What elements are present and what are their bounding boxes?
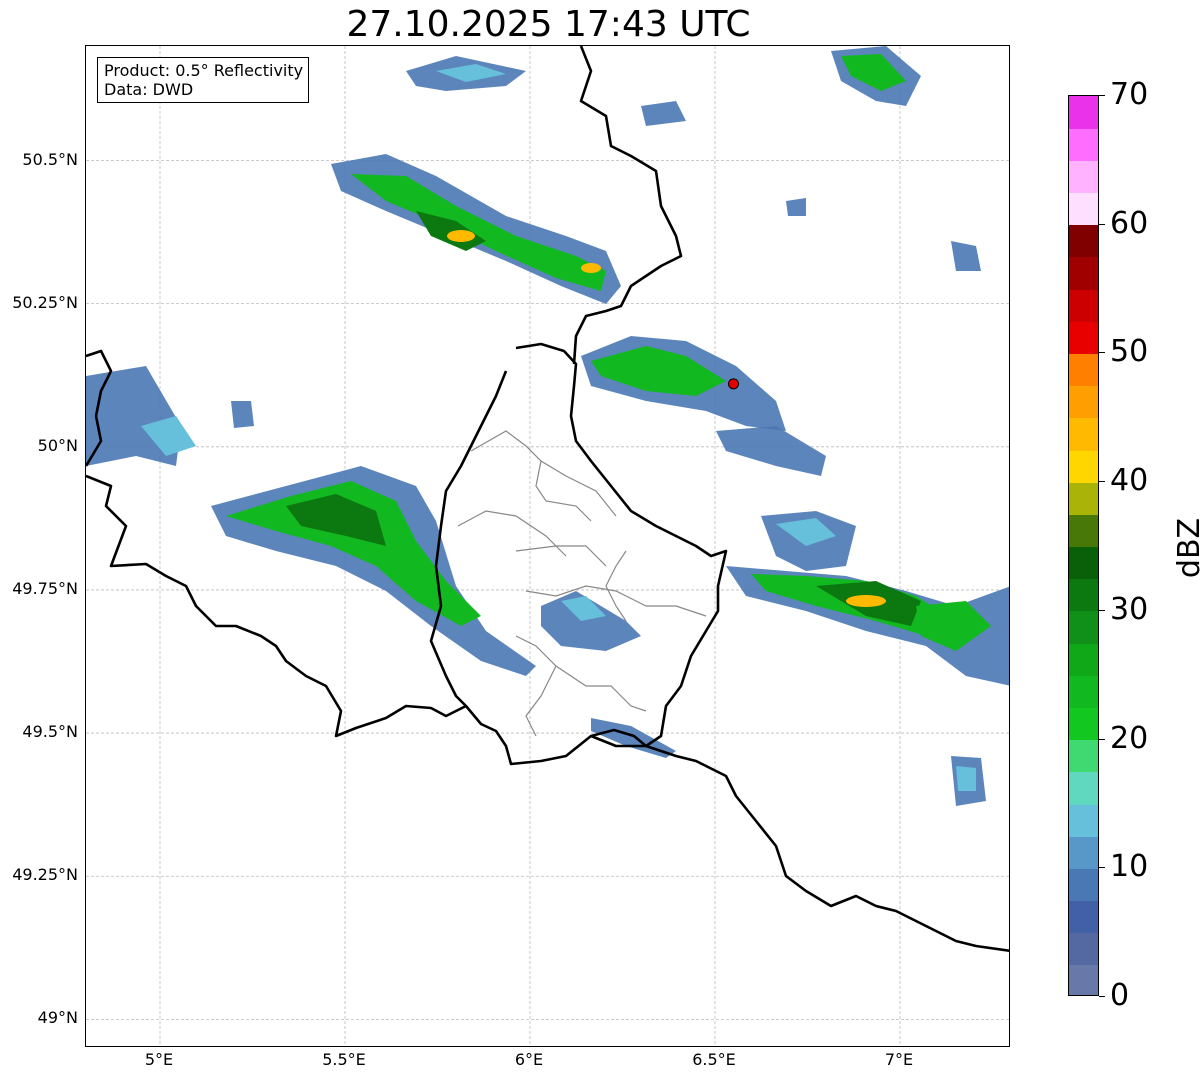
colorbar-tick [1099,609,1105,611]
colorbar-tick [1099,738,1105,740]
colorbar-segment [1069,546,1098,580]
radar-map[interactable] [85,45,1010,1047]
colorbar-tick-label: 0 [1110,978,1130,1013]
echo-small-2 [786,198,806,216]
colorbar-segment [1069,96,1098,129]
echo-core-north-2 [581,263,601,273]
colorbar-label: dBZ [1172,517,1202,579]
lon-tick-label: 5.5°E [322,1050,366,1069]
lat-tick-label: 50.5°N [22,149,78,169]
echo-far-east-3 [956,766,976,791]
map-title: 27.10.2025 17:43 UTC [346,4,751,45]
colorbar-segment [1069,900,1098,934]
lon-tick-label: 6.5°E [692,1050,736,1069]
colorbar-segment [1069,160,1098,194]
colorbar-segment [1069,192,1098,226]
colorbar-tick [1099,223,1105,225]
colorbar-tick-label: 70 [1110,77,1149,112]
colorbar-tick [1099,867,1105,869]
colorbar-segment [1069,964,1098,995]
colorbar-tick [1099,481,1105,483]
lon-tick-label: 7°E [884,1050,914,1069]
colorbar-segment [1069,256,1098,290]
colorbar-tick-label: 60 [1110,205,1149,241]
echo-far-east-1 [951,241,981,271]
lat-tick-label: 49.75°N [12,578,78,598]
lon-tick-label: 6°E [514,1050,544,1069]
colorbar-segment [1069,610,1098,644]
colorbar-segment [1069,449,1098,483]
border-de-fr [590,734,1009,953]
colorbar-tick-label: 30 [1110,591,1149,627]
colorbar-segment [1069,482,1098,515]
colorbar-segment [1069,289,1098,322]
colorbar-segment [1069,643,1098,676]
colorbar-segment [1069,707,1098,741]
colorbar-tick [1099,95,1105,96]
colorbar-tick-label: 10 [1110,849,1149,885]
echo-core-north [447,230,475,242]
colorbar-segment [1069,578,1098,612]
colorbar-tick-label: 20 [1110,720,1149,756]
colorbar-segment [1069,868,1098,902]
colorbar-tick-label: 50 [1110,334,1149,370]
echo-small-1 [641,101,686,126]
radar-site-marker[interactable] [728,378,739,390]
colorbar-tick-label: 40 [1110,463,1149,499]
colorbar-segment [1069,128,1098,161]
echo-core-hunsruck [846,595,886,607]
product-label: Product: 0.5° Reflectivity [104,61,304,80]
colorbar [1068,95,1099,996]
lat-tick-label: 50°N [37,435,78,455]
echo-band-north-core [351,174,606,291]
colorbar-segment [1069,932,1098,966]
border-lux [429,342,728,766]
colorbar-segment [1069,675,1098,708]
echo-small-3 [231,401,254,428]
lat-tick-label: 50.25°N [12,292,78,312]
border-de-be [572,46,683,365]
radar-echoes [86,46,1009,806]
colorbar-segment [1069,417,1098,451]
colorbar-segment [1069,385,1098,419]
colorbar-segment [1069,836,1098,869]
lat-tick-label: 49.5°N [22,722,78,742]
map-canvas[interactable] [86,46,1010,1047]
colorbar-segment [1069,224,1098,258]
colorbar-segment [1069,771,1098,805]
colorbar-segment [1069,803,1098,837]
colorbar-tick [1099,996,1105,997]
colorbar-segment [1069,353,1098,387]
country-borders [86,46,1009,953]
lux-cantons [457,430,707,737]
product-info-box: Product: 0.5° Reflectivity Data: DWD [97,57,310,103]
lat-tick-label: 49.25°N [12,865,78,885]
colorbar-segment [1069,514,1098,548]
lon-tick-label: 5°E [144,1050,174,1069]
data-source-label: Data: DWD [104,80,194,99]
colorbar-segment [1069,739,1098,773]
colorbar-segment [1069,321,1098,355]
lat-tick-label: 49°N [37,1008,78,1028]
echo-band-east-tail [716,426,826,476]
colorbar-tick [1099,352,1105,354]
